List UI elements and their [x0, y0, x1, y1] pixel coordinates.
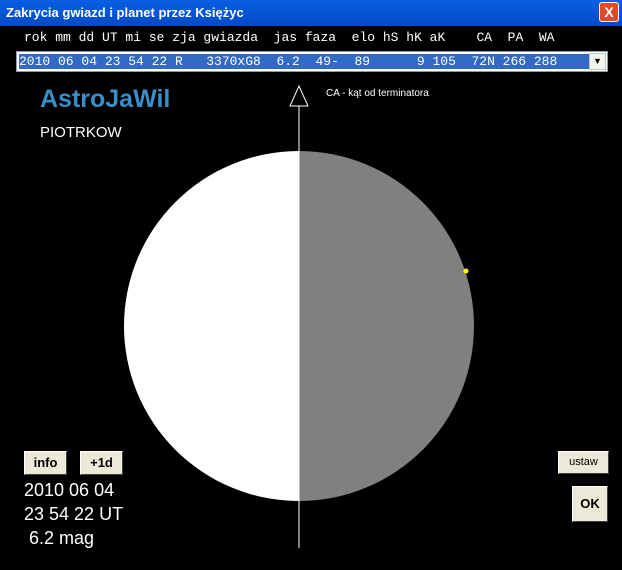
axis-label: CA - kąt od terminatora: [326, 88, 429, 99]
event-time: 23 54 22 UT: [24, 504, 124, 524]
info-button[interactable]: info: [24, 451, 67, 475]
event-magnitude: 6.2 mag: [24, 528, 95, 548]
event-date: 2010 06 04: [24, 480, 115, 500]
ok-button[interactable]: OK: [572, 486, 608, 522]
plus-one-day-button[interactable]: +1d: [80, 451, 123, 475]
axis-arrow-icon: [289, 84, 309, 107]
settings-button[interactable]: ustaw: [558, 451, 609, 474]
star-marker: [463, 268, 469, 274]
